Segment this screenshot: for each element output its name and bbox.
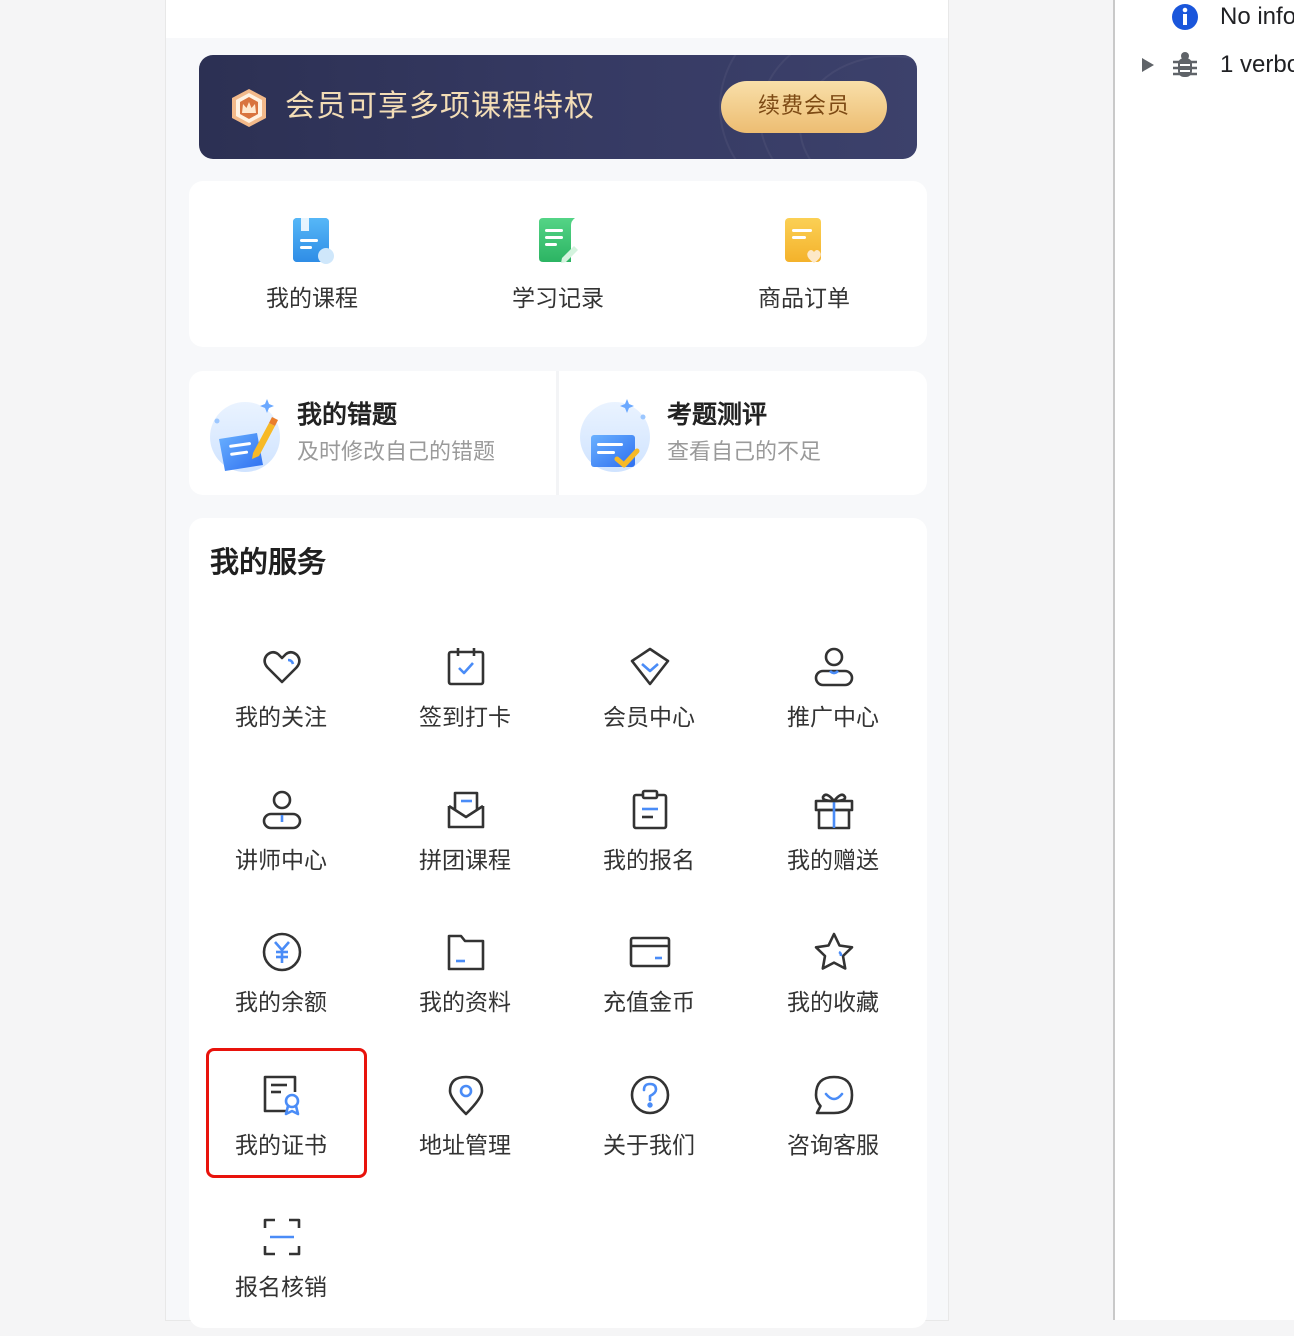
quick-entry-label: 我的课程 <box>266 286 358 312</box>
practice-subtitle: 及时修改自己的错题 <box>297 440 496 465</box>
practice-title: 考题测评 <box>667 400 768 429</box>
service-label: 关于我们 <box>603 1133 695 1159</box>
practice-title: 我的错题 <box>297 400 398 429</box>
bug-icon <box>1173 52 1197 77</box>
gift-icon <box>814 793 854 830</box>
quick-entry-label: 学习记录 <box>512 286 604 312</box>
console-verbose-text: 1 verbo <box>1220 51 1294 78</box>
service-my-gifts[interactable]: 我的赠送 <box>741 789 925 909</box>
location-pin-icon <box>448 1075 484 1116</box>
practice-subtitle: 查看自己的不足 <box>667 440 822 465</box>
question-icon <box>630 1075 670 1115</box>
service-my-follow[interactable]: 我的关注 <box>189 646 373 766</box>
service-check-in[interactable]: 签到打卡 <box>373 646 557 766</box>
service-label: 推广中心 <box>787 705 879 731</box>
service-label: 我的报名 <box>603 848 695 874</box>
service-my-materials[interactable]: 我的资料 <box>373 931 557 1051</box>
services-card: 我的服务 我的关注 签到打卡 会员中心 推广中心 讲师中心 拼团课程 我的报名 … <box>189 518 927 1328</box>
service-address-management[interactable]: 地址管理 <box>373 1074 557 1194</box>
course-book-icon <box>293 218 334 264</box>
service-label: 签到打卡 <box>419 705 511 731</box>
quick-entry-label: 商品订单 <box>758 286 850 312</box>
service-group-course[interactable]: 拼团课程 <box>373 789 557 909</box>
service-label: 地址管理 <box>419 1133 511 1159</box>
service-member-center[interactable]: 会员中心 <box>557 646 741 766</box>
wrong-questions-entry[interactable]: 我的错题 及时修改自己的错题 <box>189 371 557 495</box>
service-label: 我的收藏 <box>787 990 879 1016</box>
lecturer-icon <box>262 790 302 830</box>
service-label: 拼团课程 <box>419 848 511 874</box>
service-my-balance[interactable]: 我的余额 <box>189 931 373 1051</box>
heart-icon <box>263 650 301 684</box>
wrong-questions-icon <box>210 399 280 472</box>
quick-entry-study-record[interactable]: 学习记录 <box>435 181 681 347</box>
highlight-box <box>206 1048 367 1178</box>
service-label: 报名核销 <box>235 1275 327 1301</box>
star-icon <box>814 932 854 970</box>
folder-icon <box>447 934 485 971</box>
service-label: 我的余额 <box>235 990 327 1016</box>
service-label: 我的关注 <box>235 705 327 731</box>
console-info-row[interactable]: No info <box>1115 0 1294 34</box>
header-area <box>166 0 948 38</box>
service-registration-verify[interactable]: 报名核销 <box>189 1216 373 1336</box>
calendar-check-icon <box>447 648 485 686</box>
yuan-coin-icon <box>262 932 302 972</box>
promoter-icon <box>814 647 854 687</box>
goods-order-icon <box>785 218 821 263</box>
service-label: 会员中心 <box>603 705 695 731</box>
console-info-text: No info <box>1220 3 1294 30</box>
service-label: 我的资料 <box>419 990 511 1016</box>
service-my-registration[interactable]: 我的报名 <box>557 789 741 909</box>
member-banner-text: 会员可享多项课程特权 <box>285 89 595 124</box>
study-record-icon <box>539 218 578 263</box>
service-customer-support[interactable]: 咨询客服 <box>741 1074 925 1194</box>
service-my-favorites[interactable]: 我的收藏 <box>741 931 925 1051</box>
practice-card: 我的错题 及时修改自己的错题 考题测评 查看自己的不足 <box>189 371 927 495</box>
quick-entries-card: 我的课程 学习记录 商品订单 <box>189 181 927 347</box>
quick-entry-goods-order[interactable]: 商品订单 <box>681 181 927 347</box>
services-title: 我的服务 <box>210 545 327 579</box>
service-promotion-center[interactable]: 推广中心 <box>741 646 925 766</box>
group-envelope-icon <box>447 791 485 829</box>
service-recharge-coins[interactable]: 充值金币 <box>557 931 741 1051</box>
exam-evaluation-entry[interactable]: 考题测评 查看自己的不足 <box>559 371 927 495</box>
service-label: 充值金币 <box>603 990 695 1016</box>
service-label: 我的赠送 <box>787 848 879 874</box>
renew-member-button[interactable]: 续费会员 <box>721 81 887 133</box>
info-icon <box>1172 4 1198 30</box>
crown-badge-icon <box>232 89 266 127</box>
service-label: 咨询客服 <box>787 1133 879 1159</box>
diamond-icon <box>630 647 670 686</box>
console-verbose-row[interactable]: 1 verbo <box>1115 48 1294 82</box>
service-lecturer-center[interactable]: 讲师中心 <box>189 789 373 909</box>
chat-bubble-icon <box>814 1075 854 1115</box>
exam-evaluation-icon <box>580 399 650 472</box>
service-label: 讲师中心 <box>235 848 327 874</box>
scan-frame-icon <box>263 1218 301 1256</box>
service-about-us[interactable]: 关于我们 <box>557 1074 741 1194</box>
expand-triangle-icon[interactable] <box>1141 57 1155 73</box>
quick-entry-my-courses[interactable]: 我的课程 <box>189 181 435 347</box>
member-banner[interactable]: 会员可享多项课程特权 续费会员 <box>199 55 917 159</box>
card-icon <box>629 936 671 968</box>
clipboard-icon <box>632 789 668 830</box>
devtools-panel: No info 1 verbo <box>1113 0 1294 1320</box>
